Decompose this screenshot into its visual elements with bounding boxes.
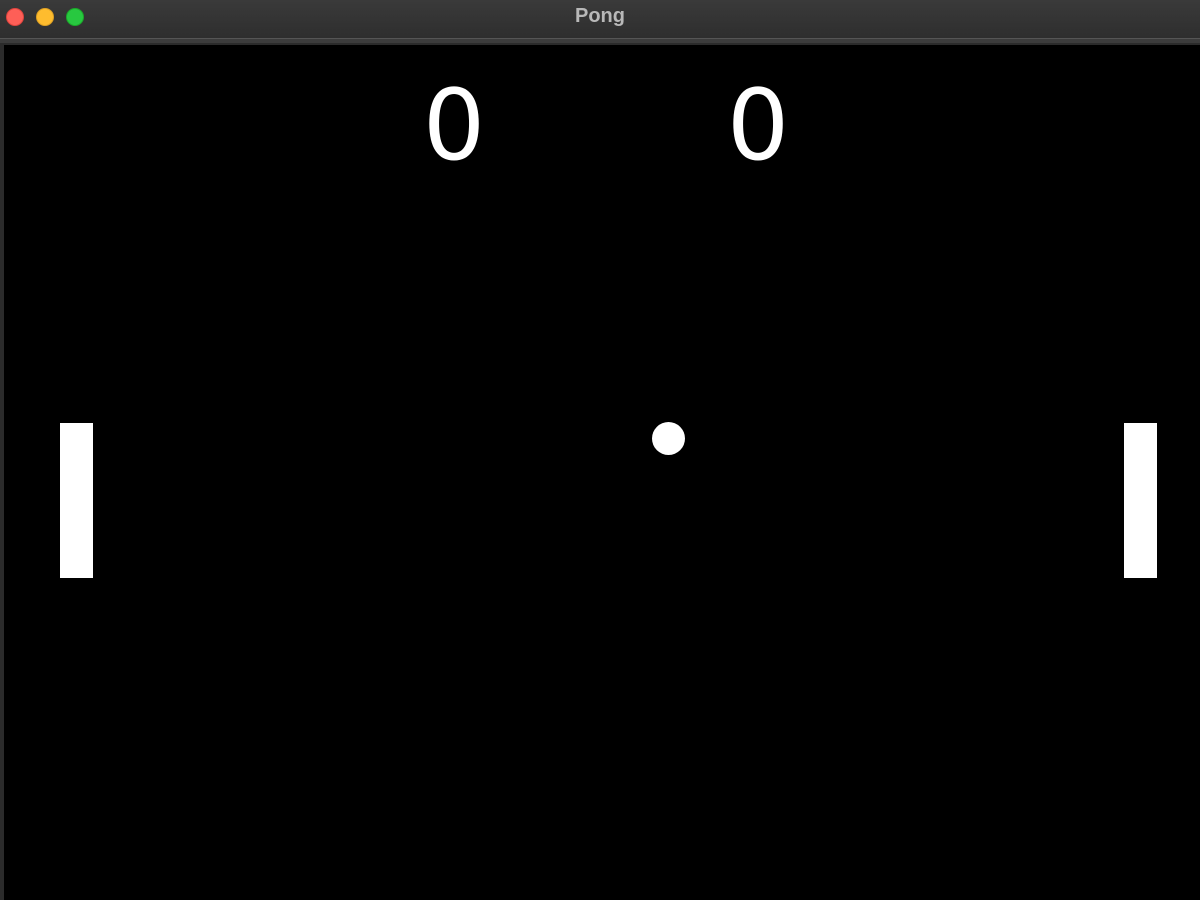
app-window: Pong 0 0 [0,0,1200,900]
window-title: Pong [575,5,625,27]
game-canvas[interactable]: 0 0 [4,45,1200,900]
right-paddle [1124,423,1157,578]
ball [652,422,685,455]
title-bar[interactable]: Pong [0,0,1200,39]
right-player-score: 0 [726,69,790,183]
title-divider [0,38,1200,43]
left-player-score: 0 [422,69,486,183]
left-paddle [60,423,93,578]
